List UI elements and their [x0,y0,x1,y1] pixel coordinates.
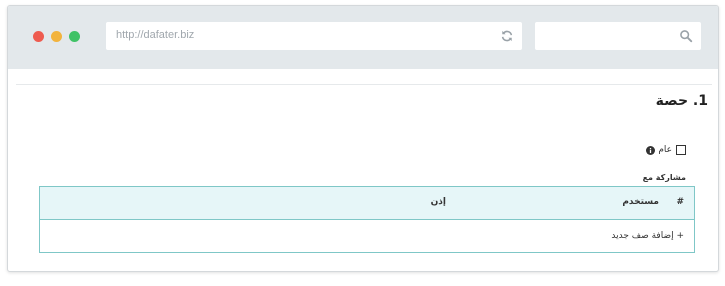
browser-window: http://dafater.biz 1. حصة عام مشاركة مع … [7,5,719,272]
address-bar[interactable]: http://dafater.biz [106,22,522,50]
url-text: http://dafater.biz [116,29,195,41]
close-window-button[interactable] [33,31,44,42]
minimize-window-button[interactable] [51,31,62,42]
search-input[interactable] [535,22,701,50]
search-icon[interactable] [679,29,693,43]
column-user: مستخدم [622,197,659,207]
share-table: # مستخدم إذن + إضافة صف جديد [39,186,695,253]
public-checkbox[interactable] [676,145,686,155]
public-row: عام [646,145,686,155]
column-permission: إذن [430,197,446,207]
browser-chrome: http://dafater.biz [8,6,718,69]
table-header: # مستخدم إذن [40,187,694,220]
info-icon[interactable] [646,145,656,155]
share-with-label: مشاركة مع [642,173,686,182]
page-title: 1. حصة [655,93,708,109]
add-row-button[interactable]: + إضافة صف جديد [611,231,684,241]
refresh-icon[interactable] [500,29,514,43]
column-number: # [676,197,684,207]
page-content: 1. حصة عام مشاركة مع # مستخدم إذن + إضاف… [8,69,718,271]
public-label: عام [658,145,672,155]
divider [16,84,712,85]
maximize-window-button[interactable] [69,31,80,42]
